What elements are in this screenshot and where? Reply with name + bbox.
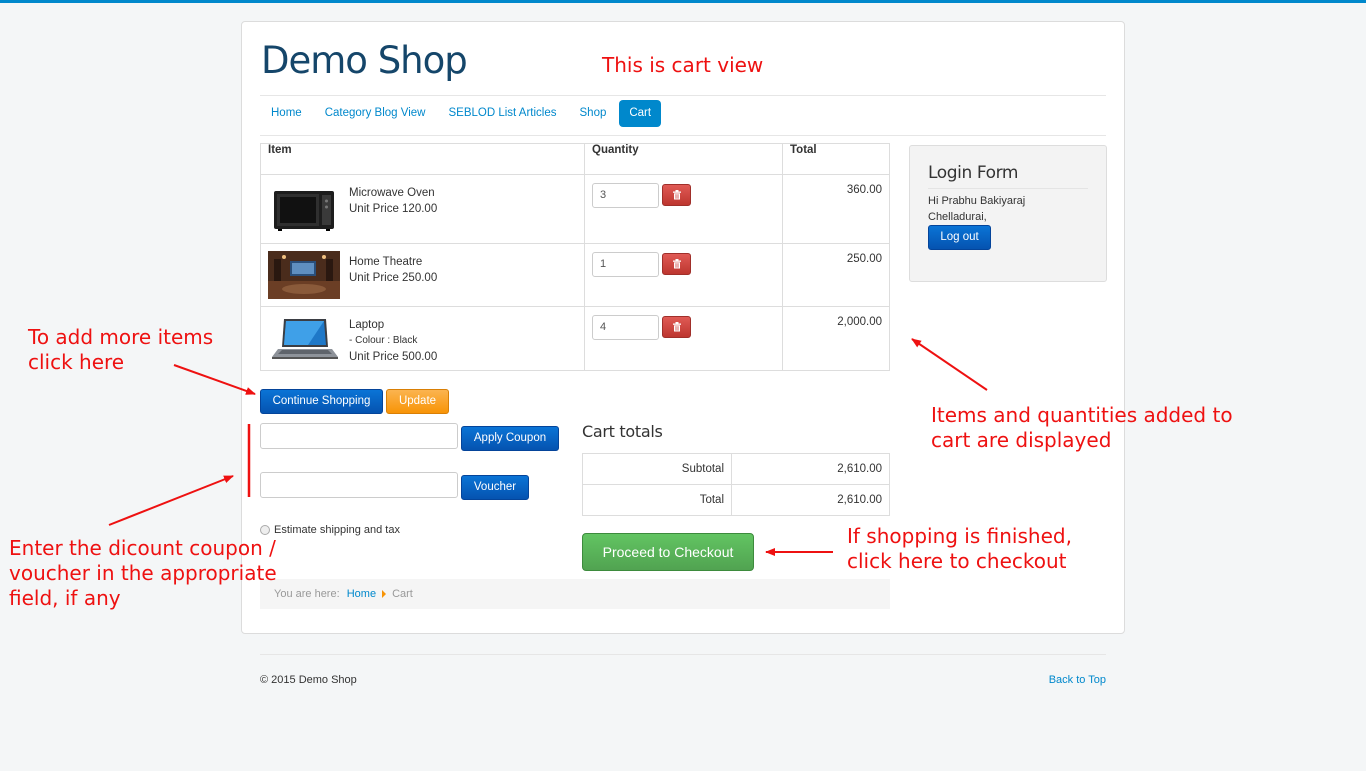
- arrow-icon: [108, 475, 234, 526]
- annotation-arrows: [108, 338, 988, 556]
- arrow-icon: [911, 338, 988, 391]
- arrow-icon: [173, 364, 256, 395]
